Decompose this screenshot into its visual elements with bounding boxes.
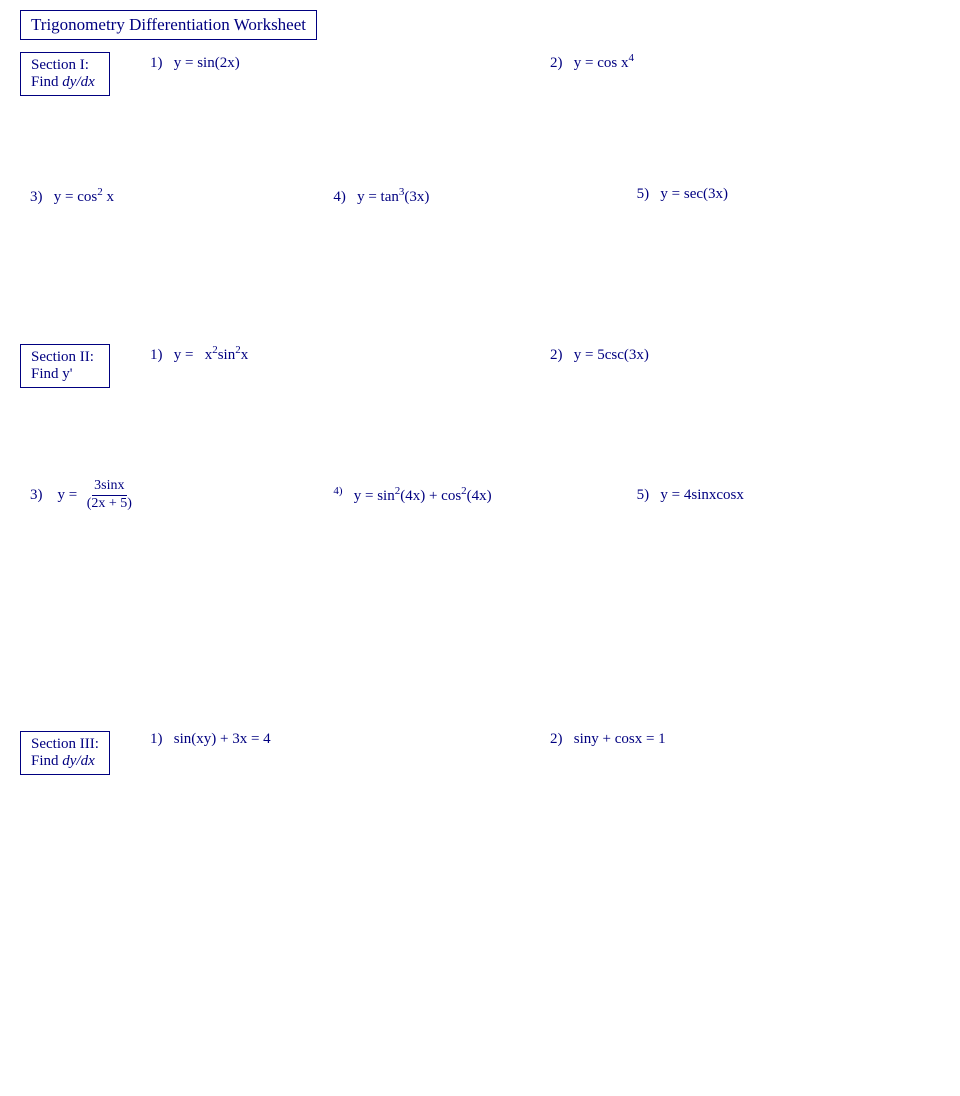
section1-problem2: 2) y = cos x4: [540, 52, 940, 72]
section1-label: Section I:: [31, 57, 99, 74]
section1-problem5: 5) y = sec(3x): [637, 186, 940, 206]
worksheet-title-box: Trigonometry Differentiation Worksheet: [20, 10, 317, 40]
section2-problem2: 2) y = 5csc(3x): [540, 347, 940, 364]
section1-problem1: 1) y = sin(2x): [140, 55, 540, 72]
section2-label: Section II:: [31, 349, 99, 366]
section3-label: Section III:: [31, 736, 99, 753]
section2-instruction: Find y': [31, 366, 99, 383]
section3-problem1: 1) sin(xy) + 3x = 4: [140, 731, 540, 748]
section1-box: Section I: Find dy/dx: [20, 52, 110, 96]
section3-instruction: Find dy/dx: [31, 753, 99, 770]
section2-box: Section II: Find y': [20, 344, 110, 388]
section3-box: Section III: Find dy/dx: [20, 731, 110, 775]
section1-problem3: 3) y = cos2 x: [30, 186, 333, 206]
section2-problem1: 1) y = x2sin2x: [140, 344, 540, 364]
section2-problem3: 3) y = 3sinx (2x + 5): [30, 478, 333, 513]
section1-instruction: Find dy/dx: [31, 74, 99, 91]
worksheet-title: Trigonometry Differentiation Worksheet: [31, 15, 306, 34]
section2-problem4: 4) y = sin2(4x) + cos2(4x): [333, 485, 636, 505]
section3-problem2: 2) siny + cosx = 1: [540, 731, 940, 748]
section2-problem5: 5) y = 4sinxcosx: [637, 487, 940, 504]
section1-problem4: 4) y = tan3(3x): [333, 186, 636, 206]
